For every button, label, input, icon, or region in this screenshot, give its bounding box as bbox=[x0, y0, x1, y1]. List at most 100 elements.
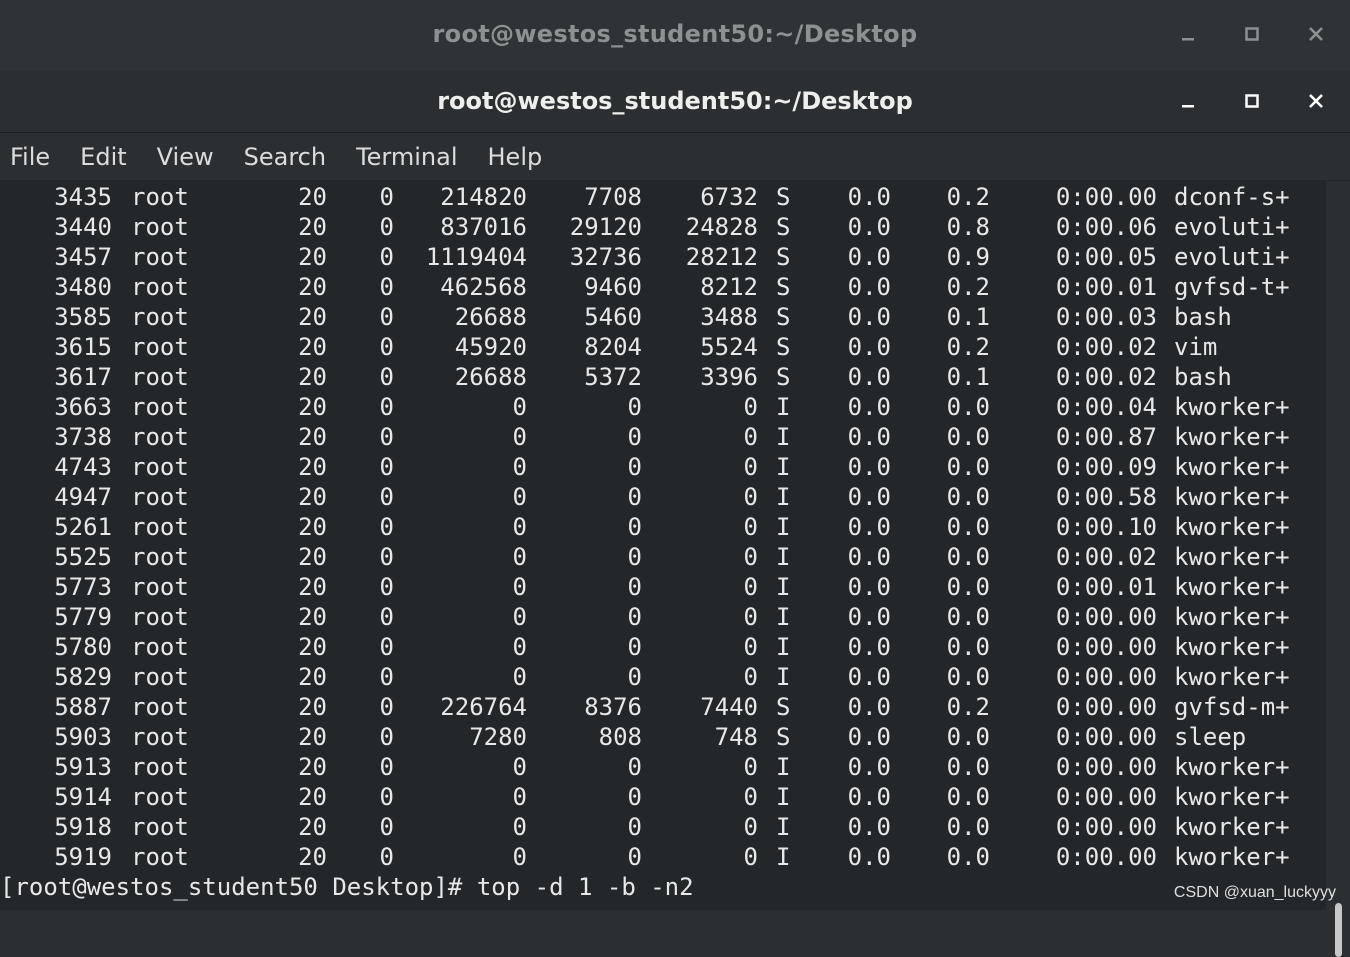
cell-pr: 20 bbox=[298, 752, 327, 782]
cell-pr: 20 bbox=[298, 542, 327, 572]
minimize-icon[interactable] bbox=[1176, 89, 1200, 113]
cell-time: 0:00.00 bbox=[1056, 662, 1157, 692]
cell-shr: 748 bbox=[715, 722, 758, 752]
cell-command: kworker+ bbox=[1174, 842, 1290, 872]
cell-command: kworker+ bbox=[1174, 752, 1290, 782]
maximize-icon[interactable] bbox=[1240, 22, 1264, 46]
cell-command: kworker+ bbox=[1174, 542, 1290, 572]
cell-user: root bbox=[131, 542, 189, 572]
cell-time: 0:00.00 bbox=[1056, 722, 1157, 752]
cell-state: S bbox=[776, 692, 790, 722]
cell-pid: 3480 bbox=[54, 272, 112, 302]
cell-cpu: 0.0 bbox=[848, 512, 891, 542]
cell-user: root bbox=[131, 182, 189, 212]
cell-state: S bbox=[776, 182, 790, 212]
cell-state: I bbox=[776, 452, 790, 482]
cell-state: I bbox=[776, 842, 790, 872]
cell-user: root bbox=[131, 482, 189, 512]
cell-ni: 0 bbox=[380, 302, 394, 332]
menu-help[interactable]: Help bbox=[488, 143, 543, 171]
cell-cpu: 0.0 bbox=[848, 722, 891, 752]
cell-pid: 3585 bbox=[54, 302, 112, 332]
menu-search[interactable]: Search bbox=[244, 143, 326, 171]
terminal-window[interactable]: root@westos_student50:~/Desktop File Edi… bbox=[0, 70, 1350, 910]
cell-virt: 0 bbox=[513, 512, 527, 542]
process-row: 5525root200000I0.00.00:00.02kworker+ bbox=[0, 542, 1326, 572]
menu-terminal[interactable]: Terminal bbox=[356, 143, 457, 171]
cell-mem: 0.2 bbox=[947, 182, 990, 212]
cell-cpu: 0.0 bbox=[848, 242, 891, 272]
cell-ni: 0 bbox=[380, 542, 394, 572]
maximize-icon[interactable] bbox=[1240, 89, 1264, 113]
cell-pr: 20 bbox=[298, 782, 327, 812]
cell-res: 0 bbox=[628, 482, 642, 512]
cell-user: root bbox=[131, 662, 189, 692]
background-titlebar[interactable]: root@westos_student50:~/Desktop bbox=[0, 0, 1350, 68]
cell-pr: 20 bbox=[298, 512, 327, 542]
cell-cpu: 0.0 bbox=[848, 302, 891, 332]
cell-command: kworker+ bbox=[1174, 602, 1290, 632]
minimize-icon[interactable] bbox=[1176, 22, 1200, 46]
scrollbar-thumb[interactable] bbox=[1335, 903, 1342, 957]
cell-pr: 20 bbox=[298, 482, 327, 512]
shell-prompt[interactable]: [root@westos_student50 Desktop]# top -d … bbox=[0, 872, 694, 902]
process-row: 3457root20011194043273628212S0.00.90:00.… bbox=[0, 242, 1326, 272]
cell-time: 0:00.00 bbox=[1056, 782, 1157, 812]
cell-pid: 5779 bbox=[54, 602, 112, 632]
cell-shr: 0 bbox=[744, 572, 758, 602]
cell-state: I bbox=[776, 512, 790, 542]
cell-mem: 0.2 bbox=[947, 692, 990, 722]
menu-file[interactable]: File bbox=[10, 143, 50, 171]
process-row: 5914root200000I0.00.00:00.00kworker+ bbox=[0, 782, 1326, 812]
titlebar[interactable]: root@westos_student50:~/Desktop bbox=[0, 70, 1350, 133]
process-row: 3663root200000I0.00.00:00.04kworker+ bbox=[0, 392, 1326, 422]
cell-ni: 0 bbox=[380, 842, 394, 872]
cell-mem: 0.0 bbox=[947, 542, 990, 572]
cell-command: kworker+ bbox=[1174, 482, 1290, 512]
close-icon[interactable] bbox=[1304, 22, 1328, 46]
cell-mem: 0.0 bbox=[947, 782, 990, 812]
cell-pid: 3440 bbox=[54, 212, 112, 242]
cell-pid: 5261 bbox=[54, 512, 112, 542]
cell-pr: 20 bbox=[298, 302, 327, 332]
cell-virt: 462568 bbox=[440, 272, 527, 302]
background-terminal-window[interactable]: root@westos_student50:~/Desktop bbox=[0, 0, 1350, 71]
cell-mem: 0.0 bbox=[947, 452, 990, 482]
cell-time: 0:00.87 bbox=[1056, 422, 1157, 452]
cell-res: 0 bbox=[628, 542, 642, 572]
cell-shr: 0 bbox=[744, 632, 758, 662]
cell-virt: 0 bbox=[513, 452, 527, 482]
terminal-output[interactable]: 3435root20021482077086732S0.00.20:00.00d… bbox=[0, 181, 1326, 910]
cell-cpu: 0.0 bbox=[848, 362, 891, 392]
cell-user: root bbox=[131, 632, 189, 662]
cell-res: 0 bbox=[628, 422, 642, 452]
menu-edit[interactable]: Edit bbox=[80, 143, 126, 171]
cell-virt: 0 bbox=[513, 812, 527, 842]
cell-time: 0:00.04 bbox=[1056, 392, 1157, 422]
cell-pr: 20 bbox=[298, 452, 327, 482]
close-icon[interactable] bbox=[1304, 89, 1328, 113]
cell-time: 0:00.02 bbox=[1056, 542, 1157, 572]
cell-time: 0:00.02 bbox=[1056, 332, 1157, 362]
cell-pr: 20 bbox=[298, 632, 327, 662]
cell-mem: 0.0 bbox=[947, 482, 990, 512]
cell-pid: 3617 bbox=[54, 362, 112, 392]
cell-command: bash bbox=[1174, 362, 1232, 392]
process-row: 3738root200000I0.00.00:00.87kworker+ bbox=[0, 422, 1326, 452]
cell-virt: 26688 bbox=[455, 302, 527, 332]
cell-command: vim bbox=[1174, 332, 1217, 362]
cell-state: I bbox=[776, 422, 790, 452]
cell-res: 0 bbox=[628, 452, 642, 482]
cell-state: S bbox=[776, 242, 790, 272]
cell-cpu: 0.0 bbox=[848, 542, 891, 572]
scrollbar[interactable] bbox=[1326, 181, 1350, 910]
cell-time: 0:00.00 bbox=[1056, 602, 1157, 632]
cell-shr: 0 bbox=[744, 542, 758, 572]
cell-ni: 0 bbox=[380, 482, 394, 512]
cell-state: I bbox=[776, 782, 790, 812]
cell-shr: 28212 bbox=[686, 242, 758, 272]
menu-view[interactable]: View bbox=[157, 143, 214, 171]
cell-command: dconf-s+ bbox=[1174, 182, 1290, 212]
cell-res: 0 bbox=[628, 842, 642, 872]
cell-cpu: 0.0 bbox=[848, 482, 891, 512]
